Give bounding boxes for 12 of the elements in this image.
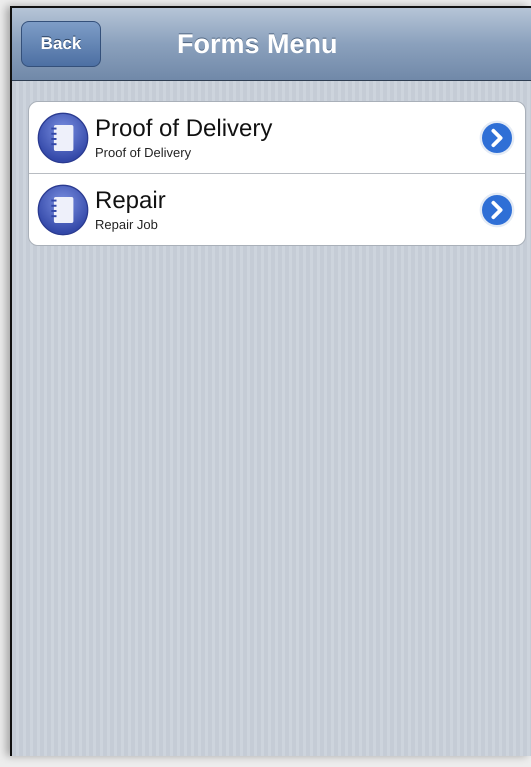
back-button[interactable]: Back: [21, 21, 101, 67]
disclosure-button[interactable]: [479, 120, 515, 156]
disclosure-button[interactable]: [479, 192, 515, 228]
notebook-icon: [37, 184, 89, 236]
form-row[interactable]: Repair Repair Job: [29, 173, 525, 245]
form-row[interactable]: Proof of Delivery Proof of Delivery: [29, 102, 525, 173]
form-title: Repair: [95, 187, 167, 215]
form-subtitle: Repair Job: [95, 217, 159, 232]
form-title: Proof of Delivery: [95, 115, 274, 143]
screen-title: Forms Menu: [177, 28, 338, 60]
notebook-icon: [37, 112, 89, 164]
form-subtitle: Proof of Delivery: [95, 145, 192, 160]
